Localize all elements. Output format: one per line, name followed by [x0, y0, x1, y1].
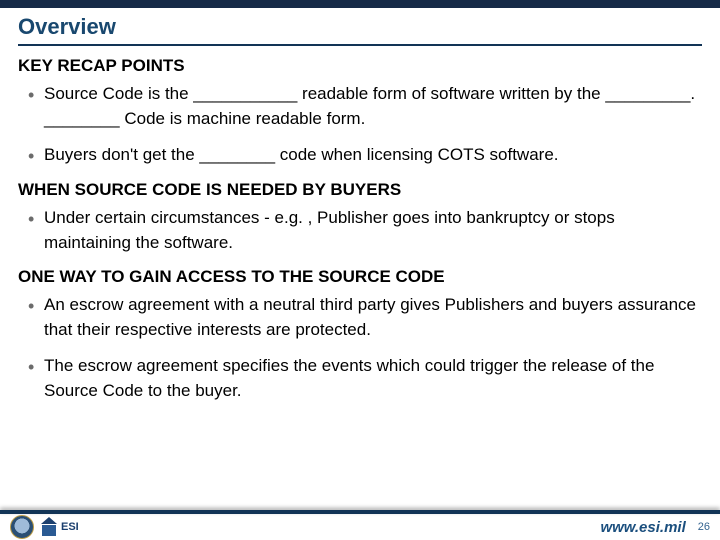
section-heading-needed: WHEN SOURCE CODE IS NEEDED BY BUYERS	[18, 180, 702, 200]
slide-content: Overview KEY RECAP POINTS Source Code is…	[0, 8, 720, 404]
recap-bullets: Source Code is the ___________ readable …	[18, 82, 702, 168]
dod-seal-icon	[10, 515, 34, 539]
slide-top-bar	[0, 0, 720, 8]
slide-title: Overview	[18, 14, 702, 46]
bullet-item: The escrow agreement specifies the event…	[44, 354, 702, 403]
bullet-item: An escrow agreement with a neutral third…	[44, 293, 702, 342]
needed-bullets: Under certain circumstances - e.g. , Pub…	[18, 206, 702, 255]
slide-footer: ESI www.esi.mil 26	[0, 510, 720, 540]
bullet-item: Source Code is the ___________ readable …	[44, 82, 702, 131]
page-number: 26	[698, 521, 710, 533]
esi-logo-icon: ESI	[40, 518, 79, 536]
bullet-item: Buyers don't get the ________ code when …	[44, 143, 702, 168]
footer-logos: ESI	[10, 515, 79, 539]
footer-bar: ESI www.esi.mil 26	[0, 514, 720, 540]
section-heading-gain: ONE WAY TO GAIN ACCESS TO THE SOURCE COD…	[18, 267, 702, 287]
footer-url: www.esi.mil	[600, 519, 685, 536]
esi-logo-text: ESI	[61, 523, 79, 532]
section-heading-recap: KEY RECAP POINTS	[18, 56, 702, 76]
gain-bullets: An escrow agreement with a neutral third…	[18, 293, 702, 404]
bullet-item: Under certain circumstances - e.g. , Pub…	[44, 206, 702, 255]
house-icon	[40, 518, 58, 536]
footer-right: www.esi.mil 26	[600, 519, 710, 536]
